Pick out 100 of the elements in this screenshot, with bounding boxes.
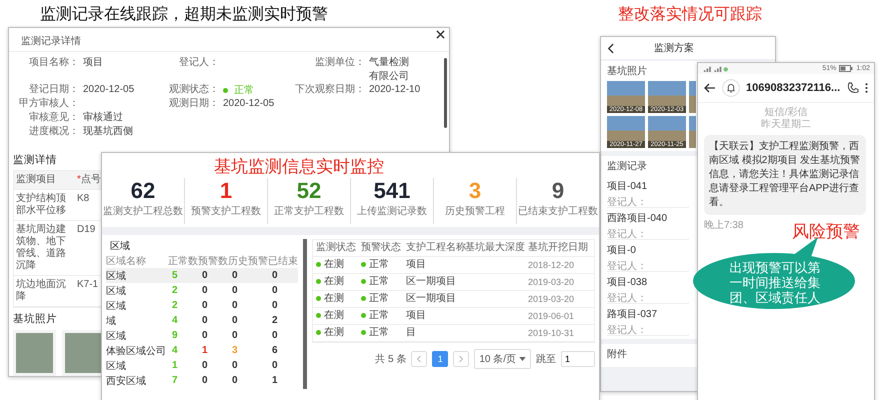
field-label: 项目名称： — [28, 57, 79, 70]
table-row[interactable]: 区域 5 0 0 0 — [106, 268, 298, 283]
field-label: 审核意见： — [28, 112, 79, 125]
stat-label: 上传监测记录数 — [357, 204, 427, 218]
table-cell-text: 0 — [201, 270, 209, 281]
status-value: 正常 — [223, 84, 254, 97]
table-cell-text: 1 — [201, 345, 209, 356]
table-cell-text: 项目 — [406, 310, 427, 322]
table-cell-text: 支护结构顶部水平位移 — [16, 193, 67, 217]
table-cell-text: K7-1 — [77, 279, 100, 292]
back-icon[interactable] — [607, 42, 614, 54]
table-cell-text: 目 — [406, 327, 417, 339]
status-value: 在测 — [316, 259, 358, 271]
field-value: 2020-12-10 — [369, 84, 420, 96]
stat-value: 9 — [552, 178, 564, 204]
table-cell-text: 2019-06-01 — [528, 310, 576, 322]
table-cell-text: 区一期项目 — [406, 276, 457, 288]
close-icon[interactable] — [436, 30, 445, 39]
status-value: 正常 — [361, 327, 403, 339]
stat-label: 正常支护工程数 — [274, 204, 344, 218]
column-header: 基坑开挖日期 — [528, 242, 588, 254]
status-value: 在测 — [316, 310, 358, 322]
table-cell-text: 0 — [271, 330, 279, 341]
section-heading: 基坑照片 — [13, 312, 58, 326]
panel-title: 区域 — [109, 240, 131, 253]
table-cell-text: 0 — [231, 285, 239, 296]
column-header: 正常数 — [168, 254, 198, 268]
table-row[interactable]: 体验区域公司 4 1 3 6 — [106, 343, 298, 358]
column-header: 监测项目 — [16, 174, 57, 186]
phone-icon[interactable] — [847, 82, 859, 94]
status-value: 在测 — [316, 276, 358, 288]
bell-icon[interactable] — [722, 79, 740, 97]
table-cell-text: 0 — [231, 375, 239, 386]
table-cell-text: 7 — [171, 375, 179, 386]
back-arrow-icon[interactable] — [704, 83, 716, 93]
screen-title: 监测方案 — [654, 42, 694, 55]
sender-number: 10690832372116... — [746, 82, 841, 94]
message-day: 昨天星期二 — [761, 119, 811, 131]
stat-label: 监测支护工程总数 — [103, 204, 183, 218]
table-cell-text: 2 — [171, 285, 179, 296]
page-size-dropdown[interactable]: 10 条/页 — [474, 349, 531, 369]
table-cell-text: 0 — [201, 315, 209, 326]
total-count: 共 5 条 — [375, 352, 406, 366]
section-heading: 监测详情 — [13, 153, 58, 167]
field-value: 现基坑西侧 — [83, 126, 133, 138]
table-cell-text: 0 — [231, 360, 239, 371]
table-cell-text: 9 — [171, 330, 179, 341]
status-value: 在测 — [316, 293, 358, 305]
table-cell-text: 3 — [231, 345, 239, 356]
photo-placeholder[interactable] — [13, 330, 56, 376]
callout-text: 出现预警可以第一时间推送给集团、区域责任人 — [728, 260, 822, 305]
table-cell-text: 2019-03-20 — [528, 276, 576, 288]
column-header: 预警状态 — [361, 242, 402, 254]
scrollbar[interactable] — [303, 239, 307, 389]
table-cell-text: 2 — [271, 315, 279, 326]
table-cell-text: 0 — [271, 300, 279, 311]
section-heading: 附件 — [607, 348, 627, 361]
table-cell-text: 0 — [271, 270, 279, 281]
previous-page-icon[interactable] — [411, 351, 428, 367]
table-row[interactable]: 域 4 0 0 2 — [106, 313, 298, 328]
battery-icon — [839, 65, 854, 72]
field-value: 有限公司 — [369, 71, 409, 83]
table-cell-text: 4 — [171, 345, 179, 356]
page-input[interactable]: 1 — [561, 351, 595, 367]
field-label: 监测单位： — [314, 57, 365, 70]
status-value: 正常 — [361, 310, 403, 322]
stat-value: 541 — [374, 178, 410, 204]
table-row[interactable]: 区域 1 0 0 0 — [106, 358, 298, 373]
table-cell-text: 0 — [231, 330, 239, 341]
status-value: 在测 — [316, 327, 358, 339]
table-cell-text: 2019-10-31 — [528, 327, 576, 339]
stat-value: 52 — [296, 178, 322, 204]
table-row[interactable]: 区域 2 0 0 0 — [106, 283, 298, 298]
headline: 整改落实情况可跟踪 — [618, 4, 762, 25]
column-header: 已结束 — [268, 254, 298, 268]
section-heading: 基坑照片 — [607, 64, 647, 78]
scrollbar[interactable] — [444, 58, 447, 128]
table-row[interactable]: 区域 9 0 0 0 — [106, 328, 298, 343]
jump-label: 跳至 — [536, 352, 556, 366]
table-cell-text: 0 — [231, 300, 239, 311]
field-value: 气量检测 — [369, 57, 409, 69]
next-page-icon[interactable] — [453, 351, 470, 367]
field-label: 下次观察日期： — [294, 84, 365, 97]
table-cell-text: 4 — [171, 315, 179, 326]
table-cell-text: 5 — [171, 270, 179, 281]
dialog-title: 监测记录详情 — [21, 34, 81, 48]
table-cell-text: 0 — [271, 360, 279, 371]
more-icon[interactable] — [865, 82, 868, 94]
table-cell-text: 区域 — [106, 300, 127, 312]
caret-icon — [519, 357, 526, 361]
table-row[interactable]: 区域 2 0 0 0 — [106, 298, 298, 313]
table-cell-text: 基坑周边建筑物、地下管线、道路沉降 — [16, 224, 67, 272]
table-row[interactable]: 西安区域 7 0 0 1 — [106, 373, 298, 388]
field-label: 登记人： — [178, 57, 219, 70]
stat-label: 已结束支护工程数 — [518, 204, 598, 218]
column-header: *点号 — [77, 174, 102, 186]
banner-title: 基坑监测信息实时监控 — [214, 156, 384, 178]
stat-label: 预警支护工程数 — [191, 204, 261, 218]
field-value: 2020-12-05 — [83, 84, 134, 96]
field-label: 观测状态： — [168, 84, 219, 97]
